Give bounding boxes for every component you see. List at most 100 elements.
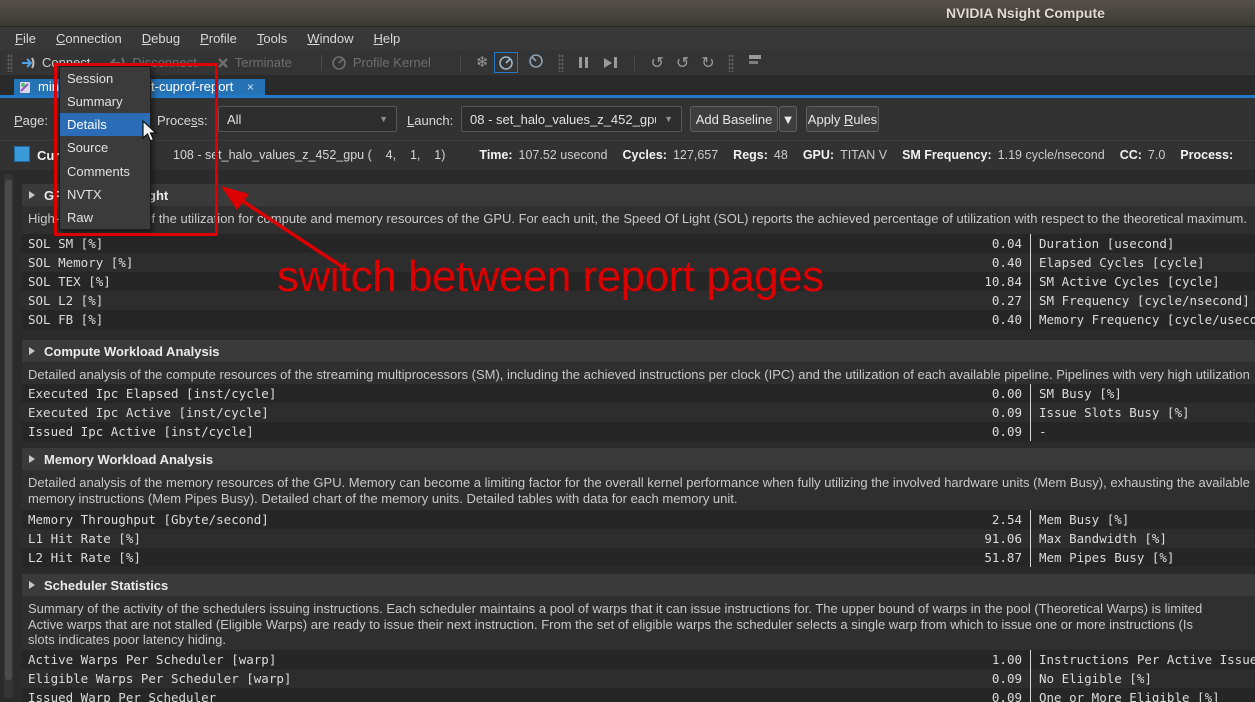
launch-value: 08 - set_halo_values_z_452_gpu bbox=[470, 112, 656, 127]
apply-rules-button[interactable]: Apply Rules bbox=[806, 106, 879, 132]
annotation-text: switch between report pages bbox=[277, 252, 824, 302]
menu-bar: File Connection Debug Profile Tools Window Hel… bbox=[0, 27, 1255, 50]
menu-item-connection[interactable]: Connection bbox=[49, 29, 129, 48]
kernel-field-process: Process: bbox=[1180, 148, 1239, 162]
metric-table-row: Executed Ipc Active [inst/cycle]0.09Issu… bbox=[22, 403, 1255, 422]
kernel-field-gpu: GPU:TITAN V bbox=[803, 148, 887, 162]
left-scrollbar[interactable] bbox=[4, 174, 13, 698]
section-header[interactable]: Scheduler Statistics bbox=[22, 574, 1255, 596]
metric-name: SOL FB [%] bbox=[22, 312, 950, 327]
terminate-label: Terminate bbox=[235, 55, 292, 70]
metric-secondary-name: Mem Pipes Busy [%] bbox=[1031, 550, 1255, 565]
toolbar-separator bbox=[460, 55, 461, 71]
freeze-api-icon[interactable]: ❄ bbox=[476, 55, 489, 70]
profile-kernel-icon bbox=[331, 55, 347, 70]
metric-value: 0.00 bbox=[950, 386, 1030, 401]
section-title: Compute Workload Analysis bbox=[44, 344, 220, 359]
metric-name: L1 Hit Rate [%] bbox=[22, 531, 950, 546]
expand-arrow-icon bbox=[29, 347, 35, 355]
section-title: Scheduler Statistics bbox=[44, 578, 168, 593]
metric-secondary-name: Max Bandwidth [%] bbox=[1031, 531, 1255, 546]
step-back-icon[interactable]: ↺ bbox=[650, 53, 663, 73]
kernel-resume-icon bbox=[528, 53, 545, 68]
kernel-color-checkbox[interactable] bbox=[14, 146, 30, 162]
metric-name: Active Warps Per Scheduler [warp] bbox=[22, 652, 950, 667]
metric-table-row: Eligible Warps Per Scheduler [warp]0.09N… bbox=[22, 669, 1255, 688]
section-compute-workload-analysis: Compute Workload AnalysisDetailed analys… bbox=[22, 340, 1255, 441]
metric-value: 1.00 bbox=[950, 652, 1030, 667]
tab-close-icon[interactable]: × bbox=[247, 79, 254, 95]
metric-value: 0.09 bbox=[950, 405, 1030, 420]
metric-secondary-name: SM Frequency [cycle/nsecond] bbox=[1031, 293, 1255, 308]
window-title: NVIDIA Nsight Compute bbox=[946, 5, 1105, 21]
toolbar-drag-handle[interactable] bbox=[728, 54, 734, 72]
menu-item-help[interactable]: Help bbox=[367, 29, 408, 48]
add-baseline-dropdown-button[interactable]: ▼ bbox=[779, 106, 797, 132]
kernel-field-regs: Regs:48 bbox=[733, 148, 788, 162]
metric-secondary-name: Issue Slots Busy [%] bbox=[1031, 405, 1255, 420]
description-line: Active warps that are not stalled (Eligi… bbox=[28, 617, 1255, 633]
section-header[interactable]: Compute Workload Analysis bbox=[22, 340, 1255, 362]
menu-item-window[interactable]: Window bbox=[300, 29, 360, 48]
menu-item-file[interactable]: File bbox=[8, 29, 43, 48]
metric-name: SOL SM [%] bbox=[22, 236, 950, 251]
metric-secondary-name: One or More Eligible [%] bbox=[1031, 690, 1255, 702]
menu-item-debug[interactable]: Debug bbox=[135, 29, 187, 48]
left-scrollbar-thumb[interactable] bbox=[5, 180, 12, 680]
profile-kernel-button[interactable]: Profile Kernel bbox=[331, 55, 431, 70]
metric-name: Issued Warp Per Scheduler bbox=[22, 690, 950, 702]
step-button[interactable] bbox=[604, 57, 617, 68]
resume-kernel-button[interactable] bbox=[528, 53, 545, 73]
metric-value: 0.40 bbox=[950, 312, 1030, 327]
metric-secondary-name: Elapsed Cycles [cycle] bbox=[1031, 255, 1255, 270]
metric-value: 51.87 bbox=[950, 550, 1030, 565]
metric-secondary-name: Mem Busy [%] bbox=[1031, 512, 1255, 527]
menu-item-profile[interactable]: Profile bbox=[193, 29, 244, 48]
page-label: Page: bbox=[14, 113, 48, 128]
section-description: Detailed analysis of the memory resource… bbox=[22, 470, 1255, 510]
metric-name: Issued Ipc Active [inst/cycle] bbox=[22, 424, 950, 439]
metric-secondary-name: SM Busy [%] bbox=[1031, 386, 1255, 401]
expand-arrow-icon bbox=[29, 191, 35, 199]
toolbar-separator bbox=[321, 55, 322, 71]
annotation-rectangle bbox=[54, 63, 218, 236]
terminate-button[interactable]: Terminate bbox=[217, 55, 292, 70]
metric-value: 0.04 bbox=[950, 236, 1030, 251]
toolbar-drag-handle[interactable] bbox=[7, 54, 13, 72]
profile-kernel-toggle[interactable] bbox=[494, 52, 518, 73]
process-select[interactable]: All ▼ bbox=[218, 106, 397, 132]
report-area: GPU Speed Of LightHigh-level overview of… bbox=[0, 170, 1255, 702]
pause-button[interactable] bbox=[579, 57, 588, 68]
metric-table-row: Executed Ipc Elapsed [inst/cycle]0.00SM … bbox=[22, 384, 1255, 403]
metric-value: 91.06 bbox=[950, 531, 1030, 546]
metric-secondary-name: - bbox=[1031, 424, 1255, 439]
menu-item-tools[interactable]: Tools bbox=[250, 29, 294, 48]
layers-button[interactable] bbox=[745, 53, 763, 72]
step-forward-icon[interactable]: ↻ bbox=[701, 53, 714, 73]
add-baseline-label: Add Baseline bbox=[696, 112, 773, 127]
metric-table-row: L1 Hit Rate [%]91.06Max Bandwidth [%] bbox=[22, 529, 1255, 548]
metric-table-row: SOL FB [%]0.40Memory Frequency [cycle/us… bbox=[22, 310, 1255, 329]
terminate-icon bbox=[217, 57, 229, 69]
metric-table-row: Issued Ipc Active [inst/cycle]0.09- bbox=[22, 422, 1255, 441]
layers-icon bbox=[745, 53, 763, 67]
metric-table-row: Active Warps Per Scheduler [warp]1.00Ins… bbox=[22, 650, 1255, 669]
metric-name: Executed Ipc Elapsed [inst/cycle] bbox=[22, 386, 950, 401]
section-header[interactable]: Memory Workload Analysis bbox=[22, 448, 1255, 470]
metric-secondary-name: No Eligible [%] bbox=[1031, 671, 1255, 686]
metric-table-row: L2 Hit Rate [%]51.87Mem Pipes Busy [%] bbox=[22, 548, 1255, 567]
metric-table-row: SOL SM [%]0.04Duration [usecond] bbox=[22, 234, 1255, 253]
toolbar-drag-handle[interactable] bbox=[558, 54, 564, 72]
run-to-icon[interactable]: ↺ bbox=[676, 53, 689, 73]
expand-arrow-icon bbox=[29, 581, 35, 589]
metric-name: Eligible Warps Per Scheduler [warp] bbox=[22, 671, 950, 686]
add-baseline-button[interactable]: Add Baseline bbox=[690, 106, 778, 132]
section-memory-workload-analysis: Memory Workload AnalysisDetailed analysi… bbox=[22, 448, 1255, 567]
chevron-down-icon: ▼ bbox=[782, 112, 795, 127]
kernel-gauge-icon bbox=[498, 55, 514, 70]
kernel-fields: 108 - set_halo_values_z_452_gpu ( 4, 1, … bbox=[173, 148, 1254, 162]
toolbar-separator bbox=[634, 55, 635, 71]
apply-rules-label: Apply Rules bbox=[808, 112, 877, 127]
launch-select[interactable]: 08 - set_halo_values_z_452_gpu ▼ bbox=[461, 106, 682, 132]
metric-value: 0.27 bbox=[950, 293, 1030, 308]
